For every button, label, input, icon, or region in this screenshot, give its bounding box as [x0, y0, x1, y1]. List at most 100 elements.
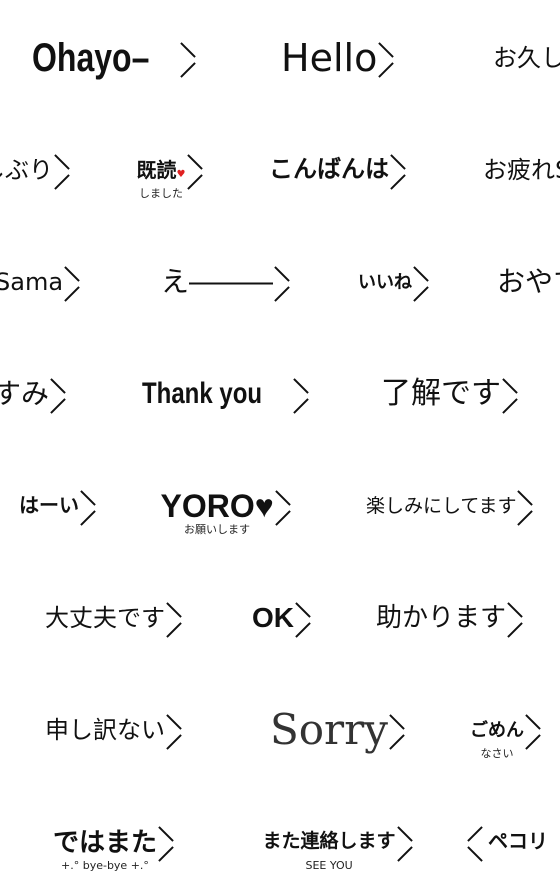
bracket-right-icon [508, 602, 522, 638]
bracket-right-icon [503, 378, 517, 414]
bracket-right-icon [294, 378, 308, 414]
sticker-grid: Ohayo–Ohayo–HelloHelloお久しぶりお久しぶり既読♥しましたこ… [0, 0, 560, 896]
sticker-text: え――― [224, 265, 274, 298]
sticker-text: 助かります [448, 603, 507, 633]
sticker-subtext: しました [139, 187, 183, 200]
sticker-subtext: お願いします [224, 523, 250, 536]
bracket-right-icon [296, 602, 310, 638]
sticker-tile-hello-1[interactable]: Hello [224, 0, 336, 112]
sticker-tile-gomen-1[interactable]: ごめん なさい [448, 672, 560, 784]
sticker-text: 了解です [448, 376, 501, 411]
bracket-right-icon [55, 154, 69, 190]
sticker-tile-daijoubu-1[interactable]: 大丈夫です [0, 560, 112, 672]
sticker-tile-tasukarimasu-2[interactable]: 助かります [448, 560, 560, 672]
bracket-right-icon [391, 154, 405, 190]
sticker-text: お久しぶり [0, 156, 53, 184]
sticker-tile-pekori-1[interactable]: ペコリ [448, 784, 560, 896]
sticker-text: お疲れSama [483, 156, 560, 184]
sticker-tile-matarenraku-1[interactable]: また連絡します SEE YOU [224, 784, 336, 896]
bracket-right-icon [51, 378, 65, 414]
sticker-text: え――― [161, 265, 224, 298]
sticker-text: お久しぶり [493, 44, 560, 72]
sticker-tile-yoroshiku-1[interactable]: YORO♥お願いします [112, 448, 224, 560]
sticker-text: ごめん [470, 720, 524, 740]
sticker-tile-yoroshiku-2[interactable]: YORO♥お願いします [224, 448, 336, 560]
sticker-tile-tanoshimi-2[interactable]: 楽しみにしてます [448, 448, 560, 560]
bracket-right-icon [81, 490, 95, 526]
bracket-right-icon [398, 826, 412, 862]
sticker-tile-tasukarimasu-1[interactable]: 助かります [336, 560, 448, 672]
sticker-tile-kidoku-1[interactable]: 既読♥ しました [112, 112, 224, 224]
sticker-text: 申し訳ない [45, 716, 112, 744]
sticker-text: 大丈夫です [112, 604, 165, 632]
sticker-text: ではまた [53, 827, 112, 857]
sticker-text: こんばんは [336, 156, 389, 183]
sticker-tile-eee-1[interactable]: え――― [112, 224, 224, 336]
sticker-tile-iine-1[interactable]: いいね [336, 224, 448, 336]
sticker-tile-ok-1[interactable]: OK [224, 560, 336, 672]
bracket-right-icon [379, 42, 393, 78]
sticker-tile-ohisashiburi-2[interactable]: お久しぶり [0, 112, 112, 224]
sticker-text: Ohayo– [31, 36, 113, 80]
sticker-tile-moushiwake-2[interactable]: 申し訳ない [112, 672, 224, 784]
sticker-tile-moushiwake-1[interactable]: 申し訳ない [0, 672, 112, 784]
bracket-right-icon [526, 714, 540, 750]
sticker-subtext: なさい [480, 747, 514, 760]
sticker-subtext: SEE YOU [305, 859, 337, 872]
sticker-text: また連絡します [262, 831, 337, 852]
sticker-tile-eee-2[interactable]: え――― [224, 224, 336, 336]
sticker-tile-ohayo-2[interactable]: Ohayo– [112, 0, 224, 112]
sticker-text: 申し訳ない [112, 716, 165, 744]
sticker-text: YORO♥ [160, 488, 225, 524]
bracket-right-icon [167, 714, 181, 750]
sticker-text: 楽しみにしてます [366, 495, 448, 517]
sticker-text: Thank you [224, 377, 263, 410]
sticker-subtext: お願いします [184, 523, 224, 536]
sticker-tile-tanoshimi-1[interactable]: 楽しみにしてます [336, 448, 448, 560]
sticker-text: 了解です [381, 376, 448, 411]
sticker-text: OK [252, 602, 294, 633]
sticker-text: 楽しみにしてます [448, 495, 517, 517]
sticker-tile-ohayo-1[interactable]: Ohayo– [0, 0, 112, 112]
sticker-text: こんばんは [269, 156, 336, 183]
sticker-tile-otsukaresama-1[interactable]: お疲れSama [448, 112, 560, 224]
sticker-text: Hello [281, 36, 336, 80]
sticker-text: YORO♥ [224, 488, 274, 524]
bracket-right-icon [275, 266, 289, 302]
sticker-text: Thank you [142, 377, 224, 410]
sticker-tile-ryoukai-2[interactable]: 了解です [448, 336, 560, 448]
bracket-right-icon [518, 490, 532, 526]
sticker-text: はーい [19, 495, 79, 517]
sticker-tile-sorry-1[interactable]: Sorry [224, 672, 336, 784]
sticker-tile-dewamata-2[interactable]: ではまた +.° bye-bye +.° [112, 784, 224, 896]
sticker-text: おやすみ [497, 265, 560, 298]
sticker-tile-oyasumi-1[interactable]: おやすみ [448, 224, 560, 336]
sticker-tile-oyasumi-2[interactable]: おやすみ [0, 336, 112, 448]
sticker-tile-thankyou-1[interactable]: Thank you [112, 336, 224, 448]
sticker-tile-matarenraku-2[interactable]: また連絡します SEE YOU [336, 784, 448, 896]
sticker-tile-ohisashiburi-1[interactable]: お久しぶり [448, 0, 560, 112]
sticker-tile-konbanwa-2[interactable]: こんばんは [336, 112, 448, 224]
sticker-tile-ryoukai-1[interactable]: 了解です [336, 336, 448, 448]
heart-icon: ♥ [176, 169, 186, 180]
sticker-tile-thankyou-2[interactable]: Thank you [224, 336, 336, 448]
sticker-text: Ohayo– [112, 36, 149, 80]
sticker-text: Hello [336, 36, 378, 80]
sticker-tile-daijoubu-2[interactable]: 大丈夫です [112, 560, 224, 672]
sticker-text: いいね [358, 272, 412, 292]
sticker-text: ペコリ [488, 831, 548, 853]
sticker-tile-hello-2[interactable]: Hello [336, 0, 448, 112]
sticker-text: お疲れSama [0, 268, 64, 296]
sticker-tile-dewamata-1[interactable]: ではまた +.° bye-bye +.° [0, 784, 112, 896]
sticker-tile-sorry-2[interactable]: Sorry [336, 672, 448, 784]
bracket-right-icon [181, 42, 195, 78]
bracket-left-icon [468, 826, 482, 862]
sticker-tile-konbanwa-1[interactable]: こんばんは [224, 112, 336, 224]
sticker-tile-haai-1[interactable]: はーい [0, 448, 112, 560]
sticker-subtext: +.° bye-bye +.° [61, 859, 112, 872]
sticker-text: Sorry [336, 705, 388, 754]
sticker-text: おやすみ [0, 377, 50, 410]
sticker-tile-otsukaresama-2[interactable]: お疲れSama [0, 224, 112, 336]
sticker-text: 大丈夫です [45, 604, 112, 632]
bracket-right-icon [188, 154, 202, 190]
